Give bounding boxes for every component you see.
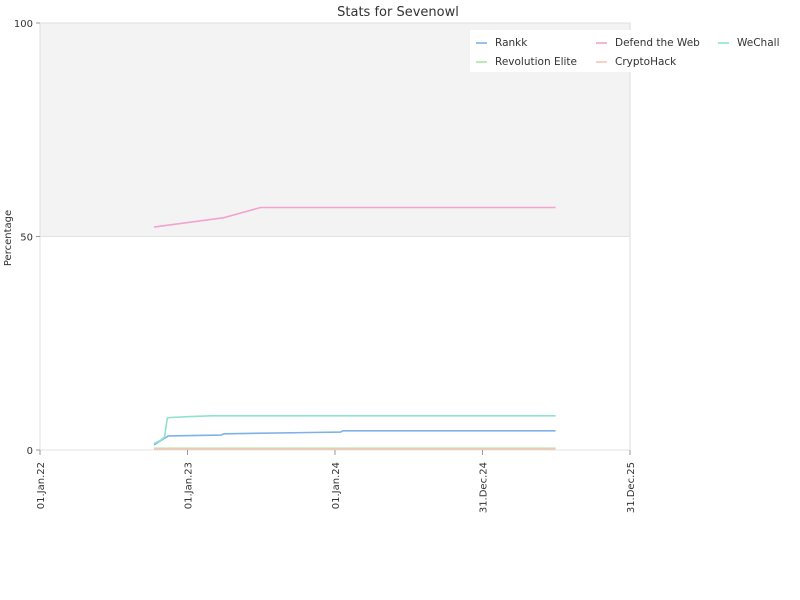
plot-area: 0 50 100 01.Jan.22 01.Jan.23 01.Jan.24 31.Dec.… [14,19,637,513]
legend-label: CryptoHack [615,56,677,68]
legend-label: Revolution Elite [495,56,577,68]
legend-label: Rankk [495,37,528,49]
chart: Stats for Sevenowl Percentage 0 50 100 01.J… [3,5,800,513]
x-tick-label: 31.Dec.25 [626,462,637,513]
y-tick-label: 0 [27,446,33,457]
chart-title: Stats for Sevenowl [337,5,459,20]
y-tick-label: 100 [14,19,33,30]
series-line-wechall [153,415,556,445]
x-tick-label: 31.Dec.24 [479,462,490,513]
x-tick-label: 01.Jan.24 [331,462,342,509]
legend: Rankk Defend the Web WeChall Revolution Eli… [470,30,800,72]
y-tick-label: 50 [20,233,33,244]
legend-label: Defend the Web [615,37,700,49]
legend-label: WeChall [737,37,779,49]
series-line-rankk [153,430,556,446]
y-axis-label: Percentage [3,210,14,266]
x-tick-label: 01.Jan.23 [184,462,195,509]
x-tick-label: 01.Jan.22 [36,462,47,509]
